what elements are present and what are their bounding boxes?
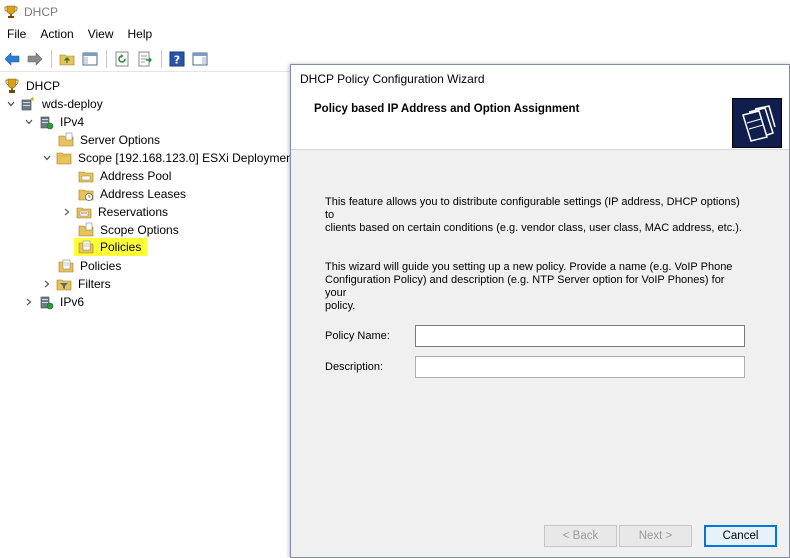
back-arrow-icon[interactable] [2, 49, 22, 69]
tree-label: Reservations [98, 205, 169, 219]
toolbar-separator [106, 49, 107, 68]
ipv6-server-icon [40, 296, 54, 310]
wizard-folders-icon [732, 98, 782, 148]
folder-policies-icon [58, 259, 74, 273]
tree-item-policies[interactable]: Policies [58, 257, 123, 275]
folder-options-icon [78, 222, 94, 237]
tree-item-reservations[interactable]: Reservations [62, 203, 170, 221]
next-button[interactable]: Next > [619, 525, 692, 547]
folder-pool-icon [78, 171, 94, 183]
tree-item-scope[interactable]: Scope [192.168.123.0] ESXi Deployment [42, 149, 298, 167]
tree-item-ipv6[interactable]: IPv6 [24, 293, 86, 311]
intro-paragraph: This feature allows you to distribute co… [325, 196, 745, 235]
tree-label: DHCP [26, 79, 61, 93]
chevron-down-icon[interactable] [6, 95, 16, 113]
dialog-title-bar[interactable]: DHCP Policy Configuration Wizard [291, 65, 789, 92]
folder-options-icon [58, 132, 74, 147]
tree-label: IPv4 [60, 115, 85, 129]
dhcp-trophy-icon [5, 78, 19, 93]
tree-item-scope-options[interactable]: Scope Options [78, 221, 181, 239]
tree-item-server-options[interactable]: Server Options [58, 131, 162, 149]
tree-item-ipv4[interactable]: IPv4 [24, 113, 86, 131]
dialog-title: DHCP Policy Configuration Wizard [300, 71, 485, 86]
server-icon [21, 97, 34, 111]
toolbar-separator [51, 49, 52, 68]
guide-line: Configuration Policy) and description (e… [325, 274, 725, 299]
folder-reservations-icon [76, 207, 92, 219]
cancel-button[interactable]: Cancel [704, 525, 777, 547]
intro-line: This feature allows you to distribute co… [325, 196, 740, 221]
tree-label: Server Options [80, 133, 161, 147]
menu-file[interactable]: File [0, 24, 33, 44]
show-hide-action-pane-icon[interactable] [190, 49, 210, 69]
menu-help[interactable]: Help [121, 24, 160, 44]
wizard-header-title: Policy based IP Address and Option Assig… [314, 103, 580, 115]
chevron-down-icon[interactable] [42, 149, 52, 167]
svg-text:?: ? [174, 53, 180, 66]
toolbar-separator [161, 49, 162, 68]
tree-label: Scope Options [100, 223, 179, 237]
tree-label: Scope [192.168.123.0] ESXi Deployment [78, 151, 297, 165]
chevron-right-icon[interactable] [42, 275, 52, 293]
folder-icon [56, 152, 72, 165]
chevron-down-icon[interactable] [24, 113, 34, 131]
tree-item-filters[interactable]: Filters [42, 275, 113, 293]
guide-line: policy. [325, 300, 356, 312]
policy-name-label: Policy Name: [325, 330, 390, 342]
folder-clock-icon [78, 189, 94, 201]
folder-up-icon[interactable] [57, 49, 77, 69]
tree-label: Address Pool [100, 169, 172, 183]
dhcp-trophy-icon [4, 5, 18, 18]
tree-item-dhcp[interactable]: DHCP [4, 77, 62, 95]
show-hide-tree-icon[interactable] [80, 49, 100, 69]
ipv4-server-icon [40, 116, 54, 130]
chevron-right-icon[interactable] [24, 293, 34, 311]
tree-item-address-leases[interactable]: Address Leases [78, 185, 188, 203]
chevron-right-icon[interactable] [62, 203, 72, 221]
tree-item-address-pool[interactable]: Address Pool [78, 167, 173, 185]
description-input[interactable] [415, 356, 745, 378]
intro-line: clients based on certain conditions (e.g… [325, 222, 742, 234]
export-list-icon[interactable] [135, 49, 155, 69]
menu-bar: File Action View Help [0, 24, 790, 44]
refresh-icon[interactable] [112, 49, 132, 69]
filter-icon [56, 279, 72, 291]
guide-line: This wizard will guide you setting up a … [325, 261, 733, 273]
tree-label: wds-deploy [42, 97, 103, 111]
tree-label: IPv6 [60, 295, 85, 309]
title-bar: DHCP [0, 0, 790, 24]
menu-action[interactable]: Action [33, 24, 80, 44]
tree-item-server[interactable]: wds-deploy [6, 95, 105, 113]
back-button[interactable]: < Back [544, 525, 617, 547]
tree-item-scope-policies[interactable]: Policies [74, 238, 148, 256]
tree-label: Filters [78, 277, 111, 291]
guide-paragraph: This wizard will guide you setting up a … [325, 261, 745, 313]
description-label: Description: [325, 361, 384, 373]
wizard-header: Policy based IP Address and Option Assig… [291, 92, 789, 150]
help-icon[interactable]: ? [167, 49, 187, 69]
policy-name-input[interactable] [415, 325, 745, 347]
policy-wizard-dialog: DHCP Policy Configuration Wizard Policy … [290, 64, 790, 558]
tree-label: Policies [100, 240, 142, 254]
window-title: DHCP [24, 5, 59, 19]
menu-view[interactable]: View [81, 24, 121, 44]
tree-label: Policies [80, 259, 122, 273]
console-tree: DHCP wds-deploy IPv4 Server Options Scop… [0, 74, 296, 558]
forward-arrow-icon[interactable] [25, 49, 45, 69]
folder-policies-icon [78, 240, 94, 254]
tree-label: Address Leases [100, 187, 187, 201]
